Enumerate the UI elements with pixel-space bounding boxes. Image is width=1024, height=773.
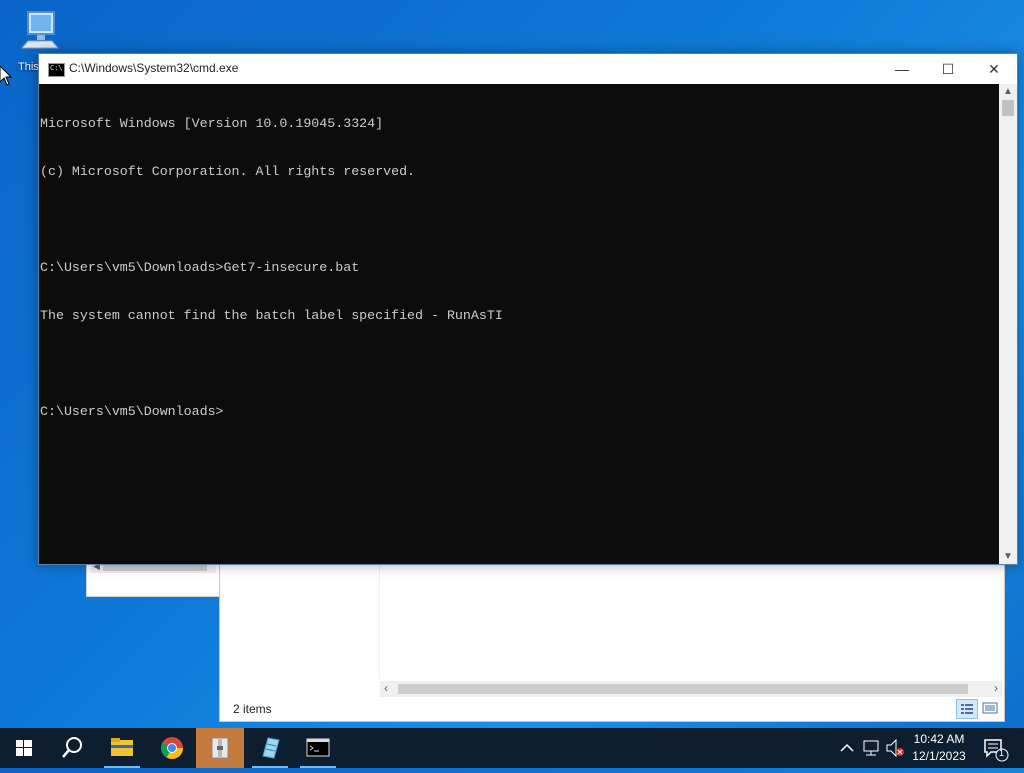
cmd-app-icon[interactable]: C:\ <box>48 63 65 77</box>
scrollbar-thumb[interactable] <box>1002 100 1014 116</box>
mouse-cursor-icon <box>0 66 12 86</box>
pane-divider <box>379 561 380 679</box>
large-icons-view-button[interactable] <box>980 699 1000 717</box>
scrollbar-thumb[interactable] <box>398 684 968 694</box>
archive-app-icon <box>211 737 229 759</box>
start-button[interactable] <box>0 728 48 768</box>
taskbar-notepad-app[interactable] <box>246 728 294 768</box>
console-line: The system cannot find the batch label s… <box>40 308 503 323</box>
cmd-title-bar[interactable]: C:\ C:\Windows\System32\cmd.exe — ☐ ✕ <box>39 54 1017 84</box>
network-icon[interactable] <box>861 728 881 768</box>
large-icons-view-icon <box>982 702 998 714</box>
computer-icon <box>20 11 60 49</box>
details-view-button[interactable] <box>956 699 978 719</box>
console-line: (c) Microsoft Corporation. All rights re… <box>40 164 416 179</box>
horizontal-scrollbar[interactable]: ‹ › <box>380 681 1002 697</box>
scroll-left-icon[interactable]: ‹ <box>384 681 388 695</box>
cmd-window[interactable]: C:\ C:\Windows\System32\cmd.exe — ☐ ✕ Mi… <box>38 53 1018 565</box>
minimize-button[interactable]: — <box>879 54 925 84</box>
console-output[interactable]: Microsoft Windows [Version 10.0.19045.33… <box>39 84 999 564</box>
close-button[interactable]: ✕ <box>971 54 1017 84</box>
chrome-icon <box>161 737 183 759</box>
show-hidden-icons-icon[interactable] <box>838 728 856 768</box>
volume-muted-icon[interactable] <box>884 728 906 768</box>
clock-date: 12/1/2023 <box>912 749 966 763</box>
search-button[interactable] <box>48 728 96 768</box>
taskbar-archive-app[interactable] <box>196 728 244 768</box>
console-prompt-line[interactable]: C:\Users\vm5\Downloads> <box>39 404 999 420</box>
notification-count-badge: 1 <box>999 748 1005 758</box>
taskbar-cmd[interactable] <box>294 728 342 768</box>
cmd-icon <box>306 738 330 757</box>
scroll-right-icon[interactable]: › <box>994 681 998 695</box>
status-item-count: 2 items <box>233 702 272 716</box>
taskbar-chrome[interactable] <box>148 728 196 768</box>
background-window[interactable]: ◀ <box>86 560 221 597</box>
console-line: C:\Users\vm5\Downloads>Get7-insecure.bat <box>40 260 360 275</box>
console-line: Microsoft Windows [Version 10.0.19045.33… <box>40 116 384 131</box>
scroll-down-icon[interactable]: ▼ <box>1003 551 1013 562</box>
taskbar: 10:42 AM 12/1/2023 1 <box>0 728 1024 768</box>
windows-start-icon <box>16 740 32 756</box>
taskbar-clock[interactable]: 10:42 AM 12/1/2023 <box>906 731 972 765</box>
taskbar-file-explorer[interactable] <box>98 728 146 768</box>
window-title: C:\Windows\System32\cmd.exe <box>69 61 239 75</box>
vertical-scrollbar[interactable]: ▲ ▼ <box>999 84 1017 564</box>
search-icon <box>62 737 82 758</box>
file-explorer-icon <box>111 738 133 756</box>
maximize-button[interactable]: ☐ <box>925 54 971 84</box>
scroll-up-icon[interactable]: ▲ <box>1003 86 1013 97</box>
notepad-app-icon <box>262 737 280 759</box>
notification-icon <box>984 739 1009 762</box>
action-center-button[interactable]: 1 <box>978 728 1018 768</box>
file-explorer-window[interactable]: ‹ › 2 items <box>219 560 1005 722</box>
scrollbar-thumb[interactable] <box>103 565 207 571</box>
clock-time: 10:42 AM <box>913 732 965 746</box>
details-view-icon <box>961 704 973 714</box>
